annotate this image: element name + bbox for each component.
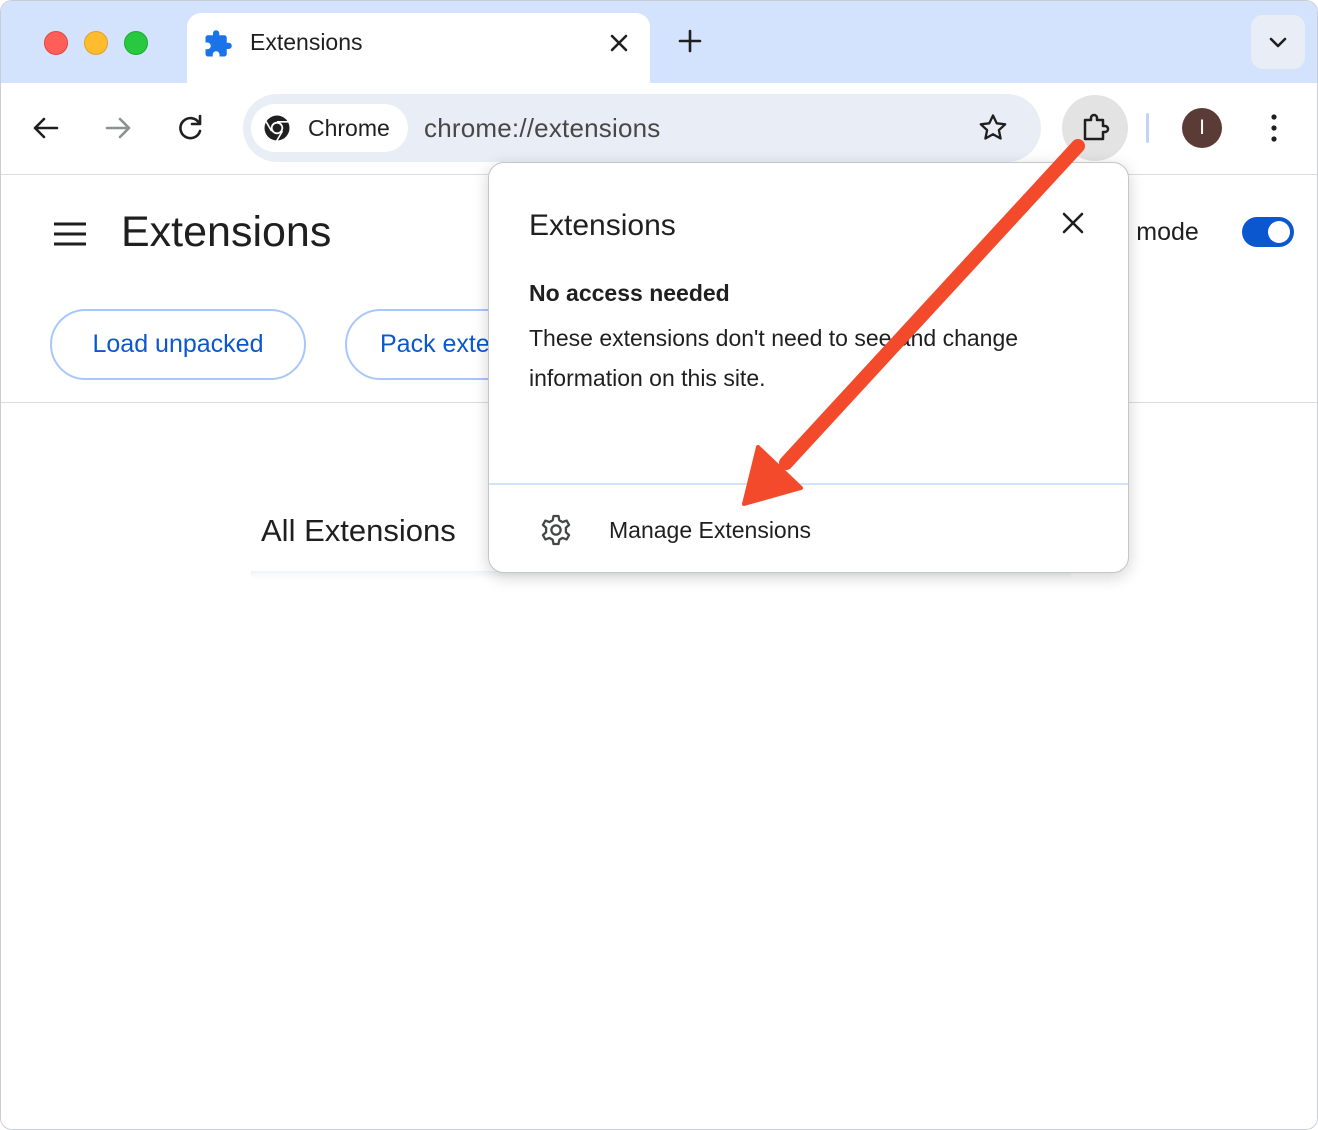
browser-window: Extensions Chrome chrome://extensions I … bbox=[0, 0, 1318, 1130]
star-icon[interactable] bbox=[977, 112, 1009, 144]
close-icon[interactable] bbox=[605, 29, 633, 57]
forward-arrow-icon[interactable] bbox=[101, 111, 135, 145]
chevron-down-icon bbox=[1269, 37, 1287, 48]
kebab-menu-icon[interactable] bbox=[1263, 111, 1285, 145]
plus-icon[interactable] bbox=[675, 26, 705, 56]
address-bar[interactable]: Chrome chrome://extensions bbox=[243, 94, 1041, 162]
close-icon[interactable] bbox=[1059, 209, 1087, 237]
close-window-button[interactable] bbox=[44, 31, 68, 55]
gear-icon bbox=[541, 514, 571, 546]
minimize-window-button[interactable] bbox=[84, 31, 108, 55]
back-arrow-icon[interactable] bbox=[29, 111, 63, 145]
puzzle-icon bbox=[1083, 113, 1110, 141]
tab-title: Extensions bbox=[250, 29, 363, 55]
developer-mode-label: r mode bbox=[1121, 218, 1199, 246]
all-extensions-heading: All Extensions bbox=[261, 513, 456, 548]
popup-section-heading: No access needed bbox=[529, 280, 730, 306]
page-title: Extensions bbox=[121, 208, 332, 256]
url-text[interactable]: chrome://extensions bbox=[424, 113, 660, 144]
extensions-toolbar-button[interactable] bbox=[1062, 95, 1128, 161]
tab-strip: Extensions bbox=[1, 1, 1317, 83]
avatar[interactable]: I bbox=[1182, 108, 1222, 148]
tab-search-button[interactable] bbox=[1251, 15, 1305, 69]
tab-extensions[interactable]: Extensions bbox=[187, 13, 650, 83]
toolbar-separator bbox=[1146, 113, 1149, 143]
toggle-knob bbox=[1268, 221, 1290, 243]
popup-title: Extensions bbox=[529, 209, 676, 242]
extensions-menu-popup: Extensions No access needed These extens… bbox=[488, 162, 1129, 573]
extension-puzzle-icon bbox=[205, 30, 232, 57]
load-unpacked-button[interactable]: Load unpacked bbox=[50, 309, 306, 380]
popup-description: These extensions don't need to see and c… bbox=[529, 325, 1019, 391]
zoom-window-button[interactable] bbox=[124, 31, 148, 55]
hamburger-icon[interactable] bbox=[53, 221, 87, 247]
site-chip-label: Chrome bbox=[308, 115, 390, 141]
manage-extensions-button[interactable]: Manage Extensions bbox=[489, 485, 1128, 573]
chrome-logo-icon bbox=[264, 115, 290, 142]
developer-mode-toggle[interactable] bbox=[1242, 217, 1294, 247]
reload-icon[interactable] bbox=[173, 111, 207, 145]
site-info-chip[interactable]: Chrome bbox=[251, 104, 408, 152]
manage-extensions-label: Manage Extensions bbox=[609, 517, 812, 543]
